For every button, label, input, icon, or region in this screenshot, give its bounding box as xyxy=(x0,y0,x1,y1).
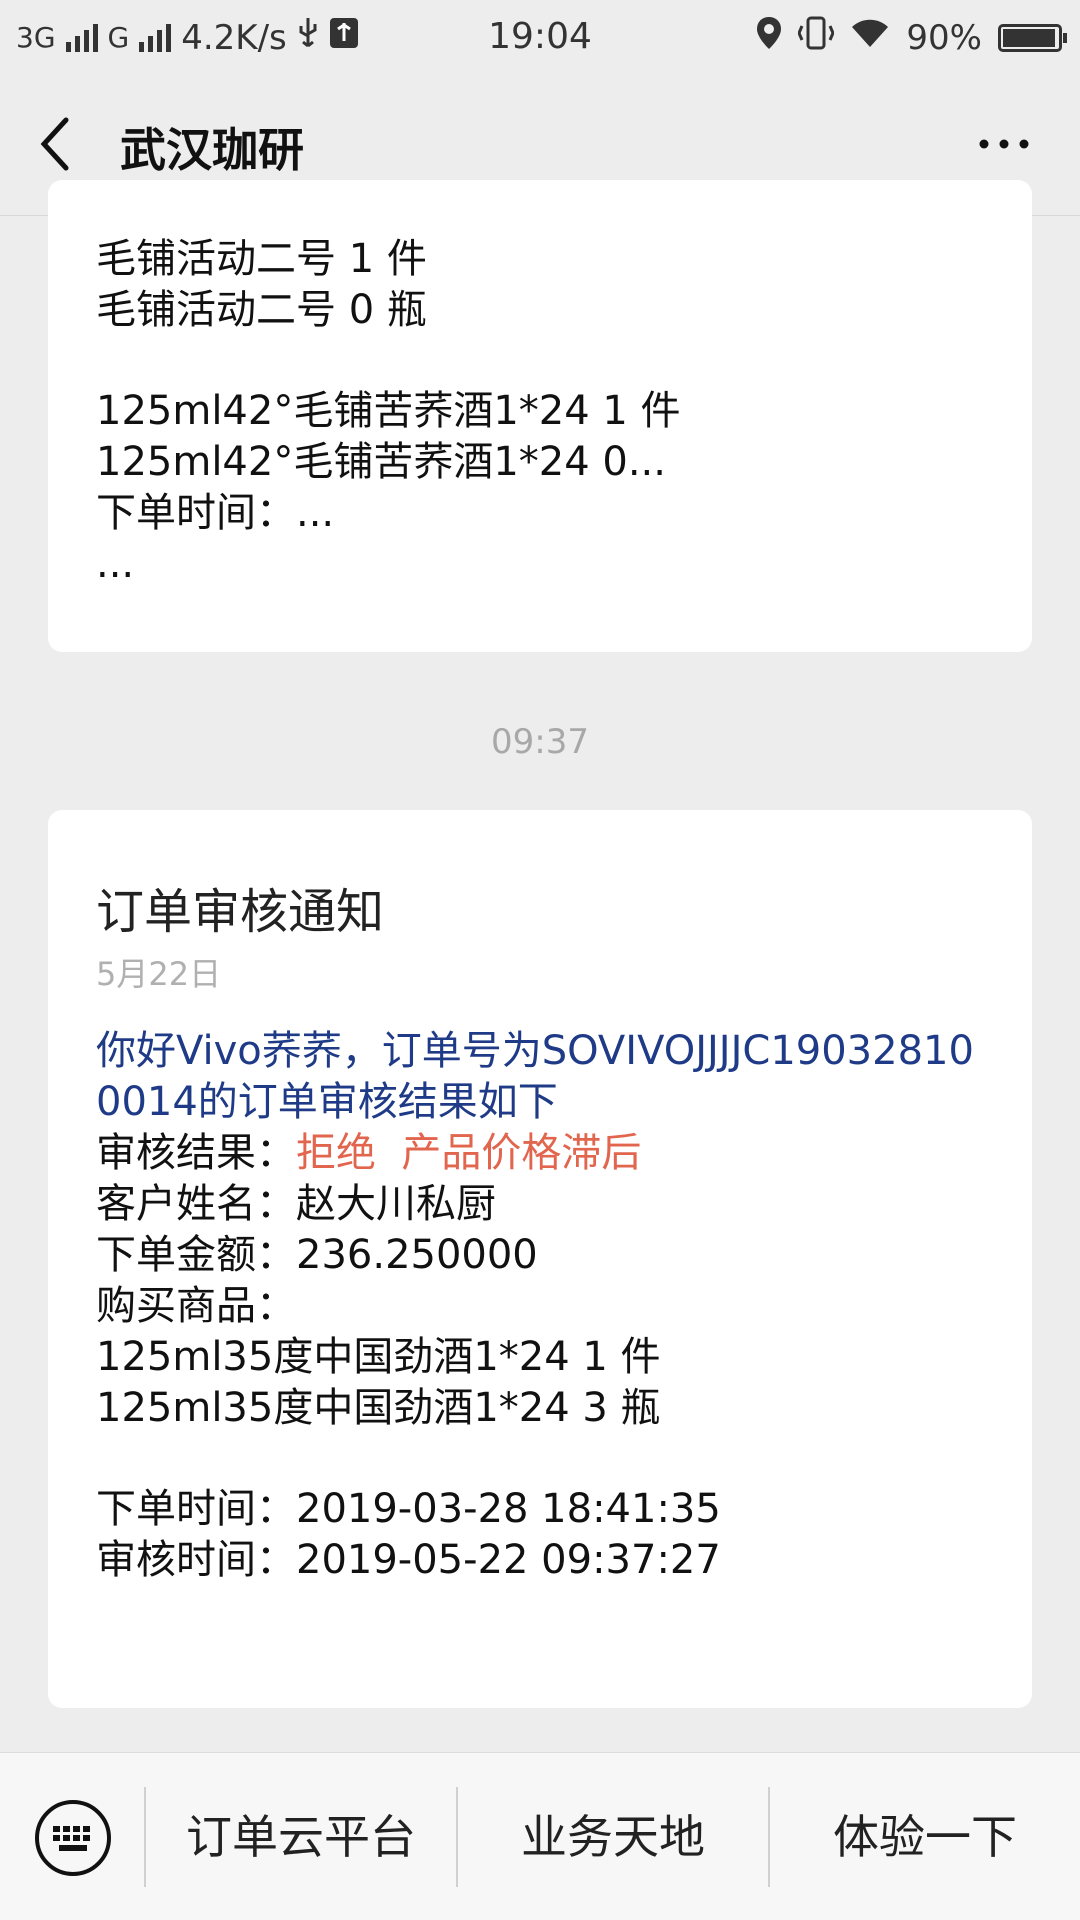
review-result-label: 审核结果： xyxy=(96,1130,296,1176)
customer-value: 赵大川私厨 xyxy=(296,1181,496,1227)
template-intro: 你好Vivo荞荞，订单号为SOVIVOJJJJC190328100014的订单审… xyxy=(96,1028,974,1125)
amount-row: 下单金额：236.250000 xyxy=(96,1230,1032,1281)
back-chevron-icon xyxy=(40,117,69,171)
message-timestamp: 09:37 xyxy=(491,722,589,762)
template-title: 订单审核通知 xyxy=(96,884,385,940)
template-date: 5月22日 xyxy=(96,955,222,993)
chat-title: 武汉珈研 xyxy=(120,123,304,177)
keyboard-icon xyxy=(35,1800,111,1876)
review-time-value: 2019-05-22 09:37:27 xyxy=(296,1537,721,1583)
battery-icon xyxy=(998,23,1067,52)
location-icon xyxy=(756,16,782,59)
amount-label: 下单金额： xyxy=(96,1232,296,1278)
more-dots-icon xyxy=(979,139,1029,149)
keyboard-toggle-button[interactable] xyxy=(34,1799,112,1877)
goods-label: 购买商品： xyxy=(96,1283,296,1329)
more-button[interactable] xyxy=(976,124,1036,164)
back-button[interactable] xyxy=(36,114,96,174)
order-time-value: 2019-03-28 18:41:35 xyxy=(296,1486,721,1532)
customer-row: 客户姓名：赵大川私厨 xyxy=(96,1179,1032,1230)
status-bar: 3G G 4.2K/s 19:04 90% xyxy=(0,0,1080,72)
wifi-icon xyxy=(850,17,890,58)
bottom-menu: 订单云平台 业务天地 体验一下 xyxy=(0,1752,1080,1920)
vibrate-icon xyxy=(797,16,836,59)
review-result-value: 拒绝 产品价格滞后 xyxy=(296,1130,642,1176)
message-line: 下单时间：... xyxy=(96,490,335,536)
message-card[interactable]: 毛铺活动二号 1 件 毛铺活动二号 0 瓶 125ml42°毛铺苦荞酒1*24 … xyxy=(48,180,1032,652)
order-review-card[interactable]: 订单审核通知 5月22日 你好Vivo荞荞，订单号为SOVIVOJJJJC190… xyxy=(48,810,1032,1708)
goods-item: 125ml35度中国劲酒1*24 3 瓶 xyxy=(96,1385,661,1431)
battery-percent: 90% xyxy=(906,17,982,58)
review-time-label: 审核时间： xyxy=(96,1537,296,1583)
message-line: ... xyxy=(96,541,135,587)
message-line: 125ml42°毛铺苦荞酒1*24 1 件 xyxy=(96,388,681,434)
message-line: 125ml42°毛铺苦荞酒1*24 0... xyxy=(96,439,666,485)
status-right: 90% xyxy=(756,16,1067,59)
order-time-row: 下单时间：2019-03-28 18:41:35 xyxy=(96,1484,1032,1535)
menu-item-business[interactable]: 业务天地 xyxy=(458,1783,768,1891)
review-result-row: 审核结果：拒绝 产品价格滞后 xyxy=(96,1128,1032,1179)
goods-item: 125ml35度中国劲酒1*24 1 件 xyxy=(96,1334,661,1380)
menu-item-order-cloud[interactable]: 订单云平台 xyxy=(146,1783,456,1891)
menu-item-try[interactable]: 体验一下 xyxy=(770,1783,1080,1891)
customer-label: 客户姓名： xyxy=(96,1181,296,1227)
order-time-label: 下单时间： xyxy=(96,1486,296,1532)
message-line: 毛铺活动二号 0 瓶 xyxy=(96,287,427,333)
amount-value: 236.250000 xyxy=(296,1232,538,1278)
review-time-row: 审核时间：2019-05-22 09:37:27 xyxy=(96,1535,1032,1586)
message-line: 毛铺活动二号 1 件 xyxy=(96,236,427,282)
